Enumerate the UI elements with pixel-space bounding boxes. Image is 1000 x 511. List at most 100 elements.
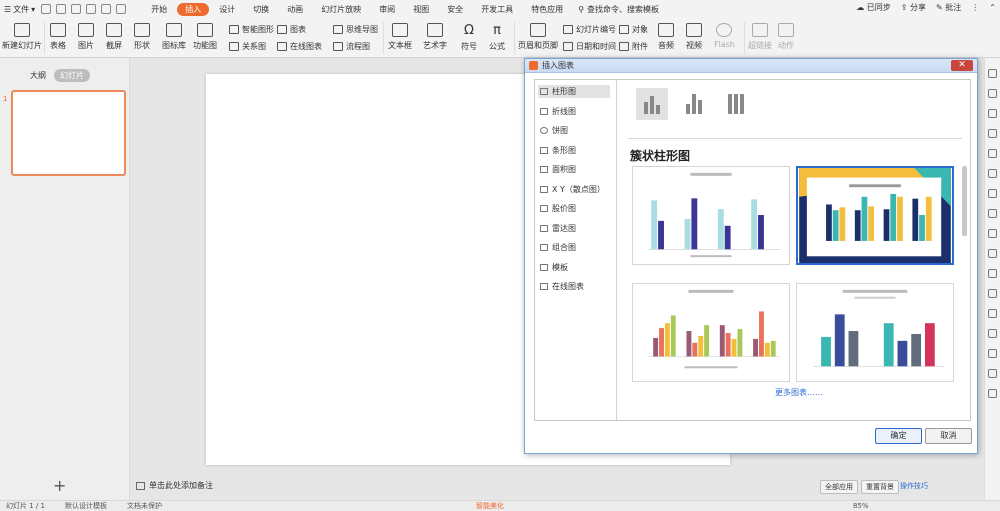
- category-line[interactable]: 折线图: [538, 105, 610, 118]
- function-chart-button[interactable]: 功能图: [193, 23, 217, 51]
- new-slide-button[interactable]: 新建幻灯片: [2, 23, 42, 51]
- tab-review[interactable]: 审阅: [371, 3, 403, 16]
- slide-thumbnail[interactable]: [11, 90, 126, 176]
- action-button[interactable]: 动作: [778, 23, 794, 51]
- category-template[interactable]: 模板: [538, 261, 610, 274]
- ok-button[interactable]: 确定: [875, 428, 922, 444]
- smart-beautify[interactable]: 智能美化: [476, 501, 504, 511]
- tab-security[interactable]: 安全: [439, 3, 471, 16]
- collapse-ribbon-icon[interactable]: ⌃: [989, 3, 996, 12]
- slide-number-button[interactable]: 幻灯片编号: [563, 24, 616, 35]
- object-button[interactable]: 对象: [619, 24, 648, 35]
- video-button[interactable]: 视频: [686, 23, 702, 51]
- share-button[interactable]: ⇪ 分享: [901, 2, 926, 13]
- pane-icon-2[interactable]: [988, 89, 997, 98]
- datetime-button[interactable]: 日期和时间: [563, 41, 616, 52]
- attachment-button[interactable]: 附件: [619, 41, 648, 52]
- chart-preview-2[interactable]: [796, 166, 954, 265]
- notes-area[interactable]: 单击此处添加备注: [136, 480, 213, 491]
- pane-icon-17[interactable]: [988, 389, 997, 398]
- tab-slideshow[interactable]: 幻灯片放映: [313, 3, 369, 16]
- design-template[interactable]: 默认设计模板: [65, 501, 107, 511]
- pane-icon-12[interactable]: [988, 289, 997, 298]
- sync-button[interactable]: ☁ 已同步: [856, 2, 891, 13]
- chart-preview-3[interactable]: [632, 283, 790, 382]
- more-charts-link[interactable]: 更多图表……: [775, 387, 823, 398]
- shape-button[interactable]: 形状: [134, 23, 150, 51]
- tab-animation[interactable]: 动画: [279, 3, 311, 16]
- save-icon[interactable]: [41, 4, 52, 14]
- subtype-percent-column[interactable]: [720, 88, 752, 120]
- preview-scrollbar[interactable]: [962, 166, 967, 236]
- pane-icon-7[interactable]: [988, 189, 997, 198]
- pane-icon-8[interactable]: [988, 209, 997, 218]
- online-chart-button[interactable]: 在线图表: [277, 41, 322, 52]
- undo-icon[interactable]: [101, 4, 112, 14]
- relation-chart-button[interactable]: 关系图: [229, 41, 266, 52]
- pane-icon-14[interactable]: [988, 329, 997, 338]
- pane-icon-4[interactable]: [988, 129, 997, 138]
- mind-map-button[interactable]: 思维导图: [333, 24, 378, 35]
- category-online[interactable]: 在线图表: [538, 280, 610, 293]
- tab-developer[interactable]: 开发工具: [473, 3, 521, 16]
- tab-transition[interactable]: 切换: [245, 3, 277, 16]
- chart-preview-1[interactable]: [632, 166, 790, 265]
- tab-outline[interactable]: 大纲: [30, 70, 46, 81]
- screenshot-button[interactable]: 截屏: [106, 23, 122, 51]
- icon-library-button[interactable]: 图标库: [162, 23, 186, 51]
- flow-chart-button[interactable]: 流程图: [333, 41, 370, 52]
- tab-features[interactable]: 特色应用: [523, 3, 571, 16]
- print-preview-icon[interactable]: [86, 4, 97, 14]
- picture-button[interactable]: 图片: [78, 23, 94, 51]
- pane-icon-3[interactable]: [988, 109, 997, 118]
- category-bar[interactable]: 条形图: [538, 144, 610, 157]
- chart-preview-4[interactable]: [796, 283, 954, 382]
- pane-icon-1[interactable]: [988, 69, 997, 78]
- category-area[interactable]: 面积图: [538, 163, 610, 176]
- add-slide-button[interactable]: +: [53, 476, 66, 495]
- smart-art-button[interactable]: 智能图形: [229, 24, 274, 35]
- cancel-button[interactable]: 取消: [925, 428, 972, 444]
- tab-view[interactable]: 视图: [405, 3, 437, 16]
- pane-icon-5[interactable]: [988, 149, 997, 158]
- category-pie[interactable]: 饼图: [538, 124, 610, 137]
- dialog-close-button[interactable]: ✕: [951, 60, 973, 71]
- more-icon[interactable]: ⋮: [971, 3, 979, 12]
- pane-icon-16[interactable]: [988, 369, 997, 378]
- formula-button[interactable]: π 公式: [489, 23, 505, 52]
- pane-icon-9[interactable]: [988, 229, 997, 238]
- tab-insert[interactable]: 插入: [177, 2, 210, 16]
- tips-link[interactable]: 操作技巧: [900, 481, 928, 491]
- header-footer-button[interactable]: 页眉和页脚: [518, 23, 558, 51]
- tab-slides[interactable]: 幻灯片: [54, 69, 90, 82]
- pane-icon-10[interactable]: [988, 249, 997, 258]
- tab-home[interactable]: 开始: [143, 3, 175, 16]
- art-text-button[interactable]: 艺术字: [423, 23, 447, 51]
- category-combo[interactable]: 组合图: [538, 241, 610, 254]
- command-search[interactable]: ⚲ 查找命令、搜索模板: [578, 4, 659, 15]
- hyperlink-button[interactable]: 超链接: [748, 23, 772, 51]
- apply-all-button[interactable]: 全部应用: [820, 480, 858, 494]
- pane-icon-15[interactable]: [988, 349, 997, 358]
- protect-status[interactable]: 文档未保护: [127, 501, 162, 511]
- pane-icon-13[interactable]: [988, 309, 997, 318]
- print-icon[interactable]: [71, 4, 82, 14]
- reset-background-button[interactable]: 重置背景: [861, 480, 899, 494]
- audio-button[interactable]: 音频: [658, 23, 674, 51]
- comment-button[interactable]: ✎ 批注: [936, 2, 961, 13]
- category-column[interactable]: 柱形图: [538, 85, 610, 98]
- category-radar[interactable]: 雷达图: [538, 222, 610, 235]
- export-pdf-icon[interactable]: [56, 4, 67, 14]
- textbox-button[interactable]: 文本框: [388, 23, 412, 51]
- subtype-stacked-column[interactable]: [678, 88, 710, 120]
- redo-icon[interactable]: [116, 4, 127, 14]
- flash-button[interactable]: Flash: [714, 23, 735, 49]
- pane-icon-6[interactable]: [988, 169, 997, 178]
- zoom-level[interactable]: 85%: [853, 502, 869, 510]
- tab-design[interactable]: 设计: [211, 3, 243, 16]
- category-scatter[interactable]: X Y（散点图）: [538, 183, 610, 196]
- table-button[interactable]: 表格: [50, 23, 66, 51]
- symbol-button[interactable]: Ω 符号: [461, 23, 477, 52]
- pane-icon-11[interactable]: [988, 269, 997, 278]
- subtype-clustered-column[interactable]: [636, 88, 668, 120]
